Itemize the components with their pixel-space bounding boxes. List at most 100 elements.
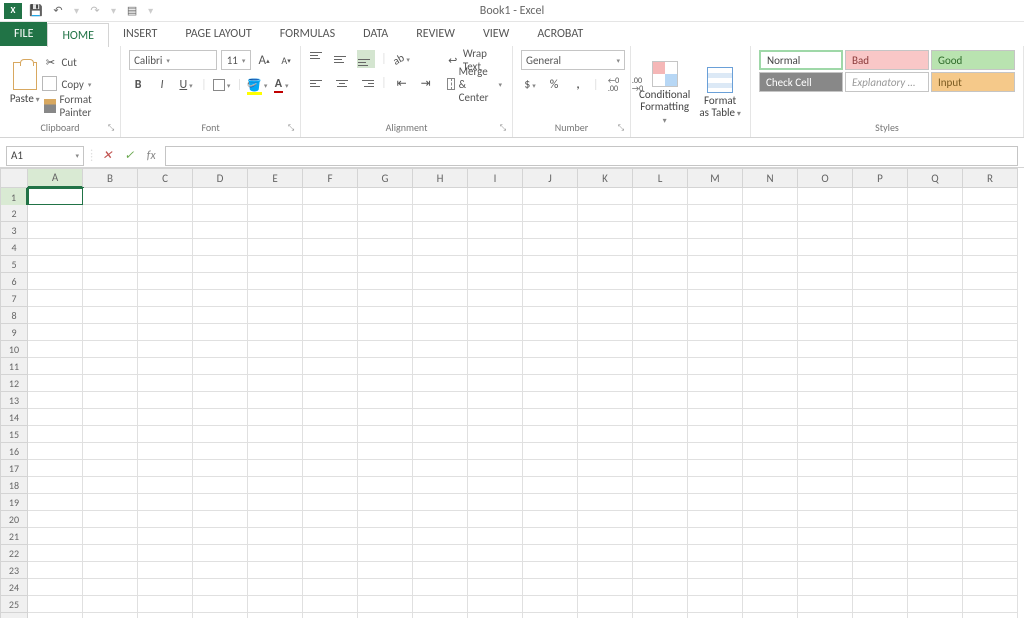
row-header-4[interactable]: 4: [0, 239, 28, 256]
cell-R23[interactable]: [963, 562, 1018, 579]
cell-K25[interactable]: [578, 596, 633, 613]
column-header-O[interactable]: O: [798, 168, 853, 188]
cell-L18[interactable]: [633, 477, 688, 494]
cell-N8[interactable]: [743, 307, 798, 324]
cell-P7[interactable]: [853, 290, 908, 307]
cell-L20[interactable]: [633, 511, 688, 528]
cell-K23[interactable]: [578, 562, 633, 579]
cell-I19[interactable]: [468, 494, 523, 511]
decrease-indent-button[interactable]: ⇤: [393, 74, 411, 92]
cell-N9[interactable]: [743, 324, 798, 341]
cell-G21[interactable]: [358, 528, 413, 545]
cell-D17[interactable]: [193, 460, 248, 477]
cell-A25[interactable]: [28, 596, 83, 613]
cell-D16[interactable]: [193, 443, 248, 460]
cell-K5[interactable]: [578, 256, 633, 273]
column-header-E[interactable]: E: [248, 168, 303, 188]
cell-M9[interactable]: [688, 324, 743, 341]
cell-C7[interactable]: [138, 290, 193, 307]
cell-J20[interactable]: [523, 511, 578, 528]
cell-N15[interactable]: [743, 426, 798, 443]
cell-G22[interactable]: [358, 545, 413, 562]
cell-F25[interactable]: [303, 596, 358, 613]
cell-M6[interactable]: [688, 273, 743, 290]
cell-N14[interactable]: [743, 409, 798, 426]
cell-A20[interactable]: [28, 511, 83, 528]
cell-H13[interactable]: [413, 392, 468, 409]
cell-G18[interactable]: [358, 477, 413, 494]
tab-page-layout[interactable]: PAGE LAYOUT: [171, 22, 265, 46]
cell-P22[interactable]: [853, 545, 908, 562]
cell-R18[interactable]: [963, 477, 1018, 494]
cell-F4[interactable]: [303, 239, 358, 256]
cell-H15[interactable]: [413, 426, 468, 443]
style-check-cell[interactable]: Check Cell: [759, 72, 843, 92]
cell-B3[interactable]: [83, 222, 138, 239]
cell-D10[interactable]: [193, 341, 248, 358]
cell-Q2[interactable]: [908, 205, 963, 222]
cell-H25[interactable]: [413, 596, 468, 613]
cell-C23[interactable]: [138, 562, 193, 579]
cell-M24[interactable]: [688, 579, 743, 596]
number-dialog-launcher[interactable]: ⤡: [616, 123, 626, 133]
cell-E6[interactable]: [248, 273, 303, 290]
cell-Q3[interactable]: [908, 222, 963, 239]
cell-A21[interactable]: [28, 528, 83, 545]
cell-B14[interactable]: [83, 409, 138, 426]
row-header-6[interactable]: 6: [0, 273, 28, 290]
cell-C25[interactable]: [138, 596, 193, 613]
cell-H6[interactable]: [413, 273, 468, 290]
cell-M8[interactable]: [688, 307, 743, 324]
tab-formulas[interactable]: FORMULAS: [266, 22, 349, 46]
cell-P11[interactable]: [853, 358, 908, 375]
cell-R2[interactable]: [963, 205, 1018, 222]
cell-A22[interactable]: [28, 545, 83, 562]
cell-F9[interactable]: [303, 324, 358, 341]
cell-M19[interactable]: [688, 494, 743, 511]
cell-E19[interactable]: [248, 494, 303, 511]
cell-A10[interactable]: [28, 341, 83, 358]
formula-input[interactable]: [165, 146, 1018, 166]
cell-L3[interactable]: [633, 222, 688, 239]
cell-N25[interactable]: [743, 596, 798, 613]
worksheet-grid[interactable]: ABCDEFGHIJKLMNOPQR 123456789101112131415…: [0, 168, 1024, 618]
cell-L22[interactable]: [633, 545, 688, 562]
cell-H18[interactable]: [413, 477, 468, 494]
row-header-15[interactable]: 15: [0, 426, 28, 443]
cell-K6[interactable]: [578, 273, 633, 290]
cell-M5[interactable]: [688, 256, 743, 273]
cell-G17[interactable]: [358, 460, 413, 477]
cell-O21[interactable]: [798, 528, 853, 545]
column-header-K[interactable]: K: [578, 168, 633, 188]
cell-O1[interactable]: [798, 188, 853, 205]
cell-N6[interactable]: [743, 273, 798, 290]
cell-O12[interactable]: [798, 375, 853, 392]
cell-B12[interactable]: [83, 375, 138, 392]
cell-R6[interactable]: [963, 273, 1018, 290]
cell-G5[interactable]: [358, 256, 413, 273]
cancel-icon[interactable]: ✕: [99, 148, 115, 164]
cell-B1[interactable]: [83, 188, 138, 205]
cell-K20[interactable]: [578, 511, 633, 528]
cell-I21[interactable]: [468, 528, 523, 545]
select-all-corner[interactable]: [0, 168, 28, 188]
cell-M12[interactable]: [688, 375, 743, 392]
format-painter-button[interactable]: Format Painter: [42, 96, 113, 116]
cell-H5[interactable]: [413, 256, 468, 273]
cell-C18[interactable]: [138, 477, 193, 494]
row-header-13[interactable]: 13: [0, 392, 28, 409]
cell-N10[interactable]: [743, 341, 798, 358]
cell-A11[interactable]: [28, 358, 83, 375]
cell-B24[interactable]: [83, 579, 138, 596]
row-header-19[interactable]: 19: [0, 494, 28, 511]
cell-K7[interactable]: [578, 290, 633, 307]
cell-E10[interactable]: [248, 341, 303, 358]
font-name-select[interactable]: Calibri▾: [129, 50, 217, 70]
excel-icon[interactable]: X: [4, 3, 22, 19]
cell-C13[interactable]: [138, 392, 193, 409]
cell-J7[interactable]: [523, 290, 578, 307]
cell-N18[interactable]: [743, 477, 798, 494]
cell-A2[interactable]: [28, 205, 83, 222]
cell-M18[interactable]: [688, 477, 743, 494]
cell-P12[interactable]: [853, 375, 908, 392]
